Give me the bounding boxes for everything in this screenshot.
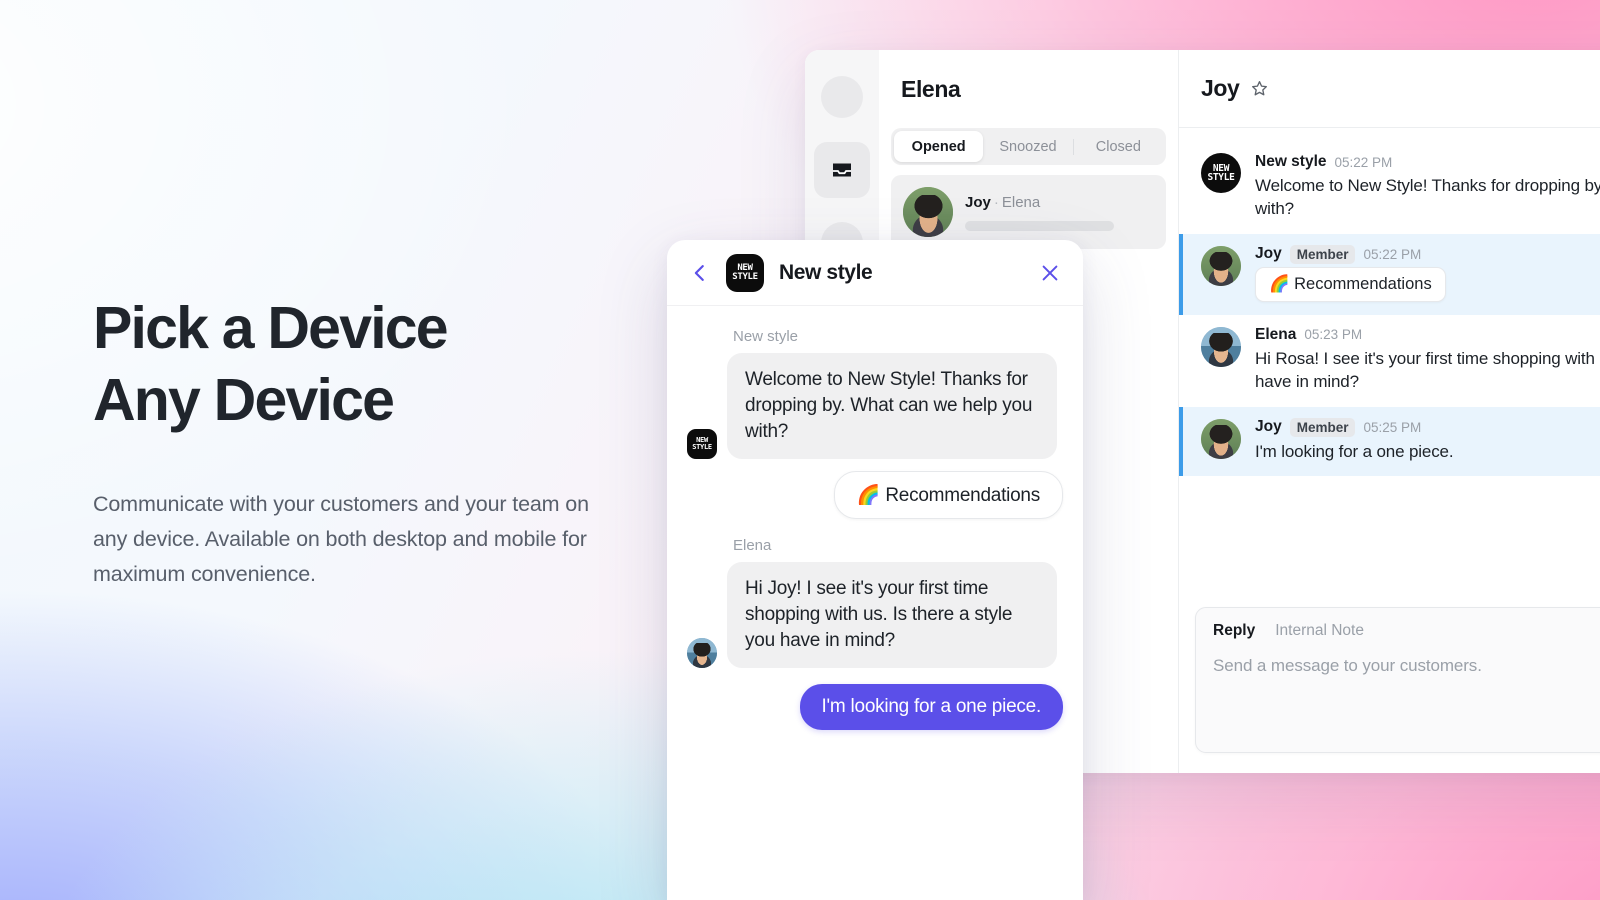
conversation-participants: Joy · Elena: [965, 194, 1154, 211]
widget-message-incoming: NEW STYLE Welcome to New Style! Thanks f…: [687, 353, 1063, 460]
hero-body-text: Communicate with your customers and your…: [93, 491, 589, 587]
status-badge: Member: [1289, 244, 1356, 264]
avatar: [687, 638, 717, 669]
message-input[interactable]: Send a message to your customers.: [1213, 656, 1600, 676]
conversation-meta: Joy · Elena: [965, 194, 1154, 231]
message-text: Hi Rosa! I see it's your first time shop…: [1255, 348, 1600, 392]
avatar: [1201, 326, 1241, 367]
conversation-list-item-active[interactable]: Joy · Elena: [891, 175, 1166, 249]
message-author: Joy: [1255, 245, 1282, 263]
name-separator: ·: [993, 193, 999, 211]
message-bubble: Hi Joy! I see it's your first time shopp…: [727, 562, 1057, 669]
message-timestamp: 05:22 PM: [1363, 246, 1422, 262]
close-icon[interactable]: [1039, 262, 1061, 284]
message-author: New style: [1255, 153, 1327, 170]
thread-message-highlighted: Joy Member 05:25 PM I'm looking for a on…: [1179, 406, 1600, 477]
inbox-owner-name: Elena: [901, 75, 961, 102]
mobile-chat-widget: NEW STYLE New style New style NEW STYLE …: [667, 240, 1083, 900]
avatar: [1201, 245, 1241, 286]
message-sender-label: New style: [733, 328, 799, 345]
hero-section: Pick a Device Any Device Communicate wit…: [93, 293, 623, 593]
sidebar-avatar-placeholder[interactable]: [821, 76, 863, 118]
reply-composer: Reply Internal Note Send a message to yo…: [1195, 607, 1600, 753]
tab-closed[interactable]: Closed: [1074, 131, 1163, 162]
tab-opened[interactable]: Opened: [894, 131, 984, 162]
thread-message: Elena 05:23 PM Hi Rosa! I see it's your …: [1179, 315, 1600, 407]
page-title: Pick a Device Any Device: [93, 293, 623, 437]
widget-title: New style: [779, 260, 873, 284]
widget-message-incoming: Hi Joy! I see it's your first time shopp…: [687, 562, 1063, 669]
quick-reply-chip[interactable]: 🌈 Recommendations: [1255, 266, 1446, 302]
brand-logo: NEW STYLE: [726, 253, 764, 292]
hero-title-line-2: Any Device: [93, 366, 395, 433]
message-bubble: I'm looking for a one piece.: [799, 684, 1063, 731]
widget-message-list: New style NEW STYLE Welcome to New Style…: [667, 306, 1083, 900]
tab-snoozed[interactable]: Snoozed: [983, 131, 1072, 162]
conversation-filter-tabs: Opened Snoozed Closed: [891, 128, 1166, 165]
widget-quick-reply-row: 🌈 Recommendations: [687, 471, 1063, 520]
message-text: Welcome to New Style! Thanks for droppin…: [1255, 176, 1600, 219]
thread-message-list: NEW STYLE New style 05:22 PM Welcome to …: [1179, 128, 1600, 591]
chevron-left-icon[interactable]: [689, 262, 711, 284]
brand-avatar: NEW STYLE: [1201, 153, 1241, 193]
widget-message-outgoing: I'm looking for a one piece.: [687, 684, 1063, 731]
logo-text-line-2: STYLE: [732, 271, 758, 282]
conversation-agent-name: Elena: [1001, 193, 1041, 211]
quick-reply-chip[interactable]: 🌈 Recommendations: [833, 471, 1063, 520]
thread-message: NEW STYLE New style 05:22 PM Welcome to …: [1179, 142, 1600, 234]
message-timestamp: 05:25 PM: [1363, 419, 1422, 435]
message-author: Elena: [1255, 325, 1297, 343]
sidebar-item-inbox[interactable]: [814, 142, 870, 198]
message-sender-label: Elena: [733, 537, 772, 555]
conversation-preview-placeholder: [965, 220, 1115, 231]
thread-message-highlighted: Joy Member 05:22 PM 🌈 Recommendations: [1179, 233, 1600, 315]
avatar: [903, 187, 953, 237]
conversation-list-header: Elena: [879, 50, 1178, 128]
logo-text-line-2: STYLE: [692, 443, 712, 452]
brand-avatar: NEW STYLE: [687, 429, 717, 460]
tab-reply[interactable]: Reply: [1213, 622, 1255, 640]
widget-header: NEW STYLE New style: [667, 240, 1083, 306]
conversation-customer-name: Joy: [965, 193, 991, 211]
conversation-thread-panel: Joy NEW STYLE New style 05:22 PM Welcome…: [1179, 50, 1600, 773]
avatar: [1201, 418, 1241, 459]
message-author: Joy: [1255, 418, 1282, 436]
thread-customer-name: Joy: [1201, 75, 1240, 101]
message-timestamp: 05:23 PM: [1304, 327, 1363, 343]
status-badge: Member: [1289, 417, 1356, 437]
inbox-icon: [830, 158, 854, 182]
message-text: I'm looking for a one piece.: [1255, 441, 1454, 461]
composer-mode-tabs: Reply Internal Note: [1213, 622, 1600, 640]
hero-title-line-1: Pick a Device: [93, 295, 449, 361]
logo-text-line-2: STYLE: [1207, 172, 1235, 183]
star-icon[interactable]: [1250, 79, 1269, 98]
tab-internal-note[interactable]: Internal Note: [1275, 622, 1364, 640]
message-bubble: Welcome to New Style! Thanks for droppin…: [727, 353, 1057, 460]
thread-header: Joy: [1179, 50, 1600, 128]
message-timestamp: 05:22 PM: [1334, 154, 1393, 170]
